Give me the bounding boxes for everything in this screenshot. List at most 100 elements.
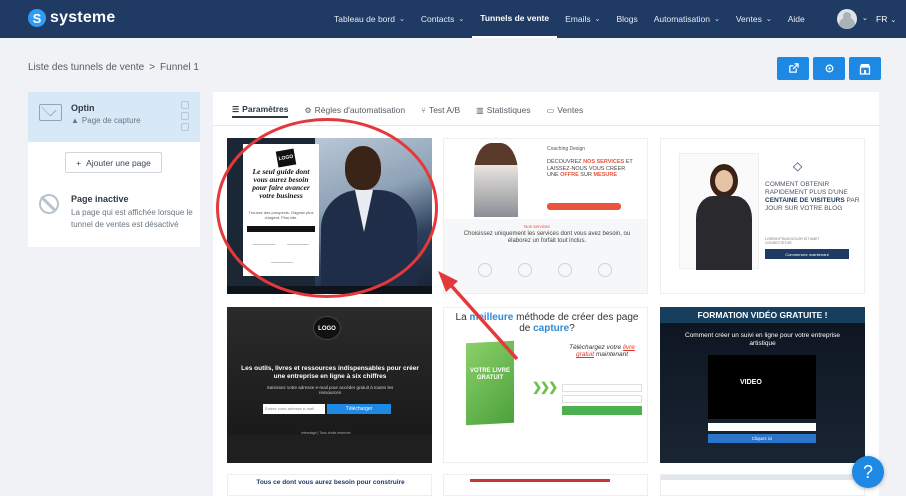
step-tools <box>181 101 189 131</box>
template-3-headline: Comment obtenir rapidement plus d'une ce… <box>765 181 860 212</box>
language-selector[interactable]: FR ⌄ <box>876 14 896 24</box>
split-icon: ⑂ <box>421 105 426 115</box>
funnel-settings-button[interactable] <box>813 57 845 80</box>
nav-automatisation[interactable]: Automatisation ⌄ <box>646 0 728 38</box>
brand-name: systeme <box>50 9 116 26</box>
settings-icon <box>825 64 833 73</box>
template-6-banner: FORMATION VIDÉO GRATUITE ! <box>660 307 865 323</box>
nav-ventes[interactable]: Ventes ⌄ <box>728 0 780 38</box>
inactive-page-description: La page qui est affichée lorsque le tunn… <box>71 208 193 229</box>
nav-tableau-de-bord[interactable]: Tableau de bord ⌄ <box>326 0 413 38</box>
template-2-brand: Coaching Design <box>547 146 586 152</box>
businesswoman-photo <box>679 153 759 270</box>
service-icon <box>558 263 572 277</box>
template-card-8[interactable] <box>443 474 648 496</box>
template-2-label: Nos services <box>524 224 550 229</box>
open-funnel-button[interactable] <box>777 57 809 80</box>
step-name: Optin <box>71 103 95 113</box>
chevron-down-icon[interactable]: ⌄ <box>862 14 868 22</box>
trash-icon[interactable] <box>181 123 189 131</box>
tab-statistiques[interactable]: ▥ Statistiques <box>476 102 531 118</box>
shop-icon <box>859 63 871 75</box>
service-icon <box>478 263 492 277</box>
template-4-button: Télécharger <box>327 404 391 414</box>
template-6-headline: Comment créer un suivi en ligne pour vot… <box>685 332 840 347</box>
service-icon <box>518 263 532 277</box>
chevron-down-icon: ⌄ <box>398 16 405 23</box>
template-2-headline: DÉCOUVREZ NOS SERVICES ET LAISSEZ-NOUS V… <box>547 159 633 178</box>
breadcrumb-separator: > <box>149 62 156 73</box>
breadcrumb-current: Funnel 1 <box>160 62 199 73</box>
chevron-down-icon: ⌄ <box>890 17 897 24</box>
template-6-email-field <box>708 423 816 431</box>
template-card-4[interactable]: LOGO Les outils, livres et ressources in… <box>227 307 432 463</box>
envelope-icon <box>39 104 62 121</box>
funnel-actions <box>777 57 881 80</box>
funnel-step-optin[interactable]: Optin ▲ Page de capture <box>28 92 200 142</box>
gear-icon[interactable] <box>181 112 189 120</box>
double-chevron-right-icon: ❯❯❯ <box>532 380 558 394</box>
add-page-button[interactable]: + Ajouter une page <box>65 152 162 173</box>
tab-parametres[interactable]: ☰ Paramètres <box>232 102 289 118</box>
step-type: ▲ Page de capture <box>71 116 141 125</box>
form-field <box>562 384 642 392</box>
brand-logo[interactable]: S systeme <box>28 9 115 27</box>
top-navbar: S systeme Tableau de bord ⌄ Contacts ⌄ Tun… <box>0 0 906 38</box>
form-button <box>562 406 642 415</box>
chart-icon: ▥ <box>476 105 484 115</box>
user-avatar[interactable] <box>837 9 857 29</box>
s-logo-icon: S <box>28 9 46 27</box>
template-4-headline: Les outils, livres et ressources indispe… <box>241 365 419 380</box>
inactive-page-title[interactable]: Page inactive <box>71 194 129 204</box>
ebook-title: VOTRE LIVRE GRATUIT <box>470 368 511 381</box>
service-icon <box>598 263 612 277</box>
template-card-7[interactable]: Tous ce dont vous aurez besoin pour cons… <box>227 474 432 496</box>
template-logo: LOGO <box>313 316 341 340</box>
coach-photo <box>474 143 518 217</box>
template-card-2[interactable]: Coaching Design DÉCOUVREZ NOS SERVICES E… <box>443 138 648 294</box>
list-icon: ☰ <box>232 104 240 114</box>
template-4-email-field: Entrez votre adresse e-mail <box>263 404 325 414</box>
nav-tunnels-de-vente[interactable]: Tunnels de vente <box>472 0 558 38</box>
template-5-form-title: Téléchargez votre livre gratuit maintena… <box>569 344 635 358</box>
chevron-down-icon: ⌄ <box>458 16 465 23</box>
template-3-small-text: LOREM IPSUM DOLOR SIT AMET CONSECTETUR <box>765 237 820 245</box>
template-card-3[interactable]: ◇ Comment obtenir rapidement plus d'une … <box>660 138 865 294</box>
chevron-down-icon: ⌄ <box>594 16 601 23</box>
breadcrumb: Liste des tunnels de vente > Funnel 1 <box>28 62 199 73</box>
nav-aide[interactable]: Aide <box>780 0 813 38</box>
money-icon: ▭ <box>546 105 555 115</box>
funnel-steps-sidebar: Optin ▲ Page de capture + Ajouter une pa… <box>28 92 200 247</box>
template-5-form: Téléchargez votre livre gratuit maintena… <box>562 344 642 454</box>
template-card-9[interactable] <box>660 474 865 496</box>
ebook-cover <box>466 340 514 426</box>
template-8-header <box>470 479 610 482</box>
template-card-6[interactable]: FORMATION VIDÉO GRATUITE ! Comment créer… <box>660 307 865 463</box>
template-2-button <box>547 203 621 210</box>
template-2-description: Choisissez uniquement les services dont … <box>463 231 631 244</box>
tab-ventes[interactable]: ▭ Ventes <box>547 102 584 118</box>
tab-regles-automatisation[interactable]: ⚙ Règles d'automatisation <box>304 102 405 118</box>
template-4-subtitle: Saisissez votre adresse e-mail pour accé… <box>266 385 394 395</box>
nav-blogs[interactable]: Blogs <box>608 0 645 38</box>
video-label: VIDEO <box>740 379 762 386</box>
external-link-icon <box>788 63 799 73</box>
template-3-button: Commencez maintenant <box>765 249 849 259</box>
body-shape <box>696 196 752 270</box>
main-nav: Tableau de bord ⌄ Contacts ⌄ Tunnels de ve… <box>326 0 813 38</box>
tab-test-ab[interactable]: ⑂ Test A/B <box>421 102 460 118</box>
chevron-down-icon: ⌄ <box>713 16 720 23</box>
video-player <box>708 355 816 419</box>
copy-icon[interactable] <box>181 101 189 109</box>
nav-emails[interactable]: Emails ⌄ <box>557 0 608 38</box>
breadcrumb-funnel-list[interactable]: Liste des tunnels de vente <box>28 62 144 73</box>
template-4-footer: Interstage | Tous droits réservés <box>301 431 351 435</box>
ban-icon <box>39 194 59 214</box>
funnel-shop-button[interactable] <box>849 57 881 80</box>
template-card-5[interactable]: La meilleure méthode de créer des page d… <box>443 307 648 463</box>
template-5-headline: La meilleure méthode de créer des page d… <box>455 312 639 334</box>
nav-contacts[interactable]: Contacts ⌄ <box>413 0 472 38</box>
gears-icon: ⚙ <box>304 105 312 115</box>
help-button[interactable]: ? <box>852 456 884 488</box>
template-9-header <box>661 475 864 480</box>
